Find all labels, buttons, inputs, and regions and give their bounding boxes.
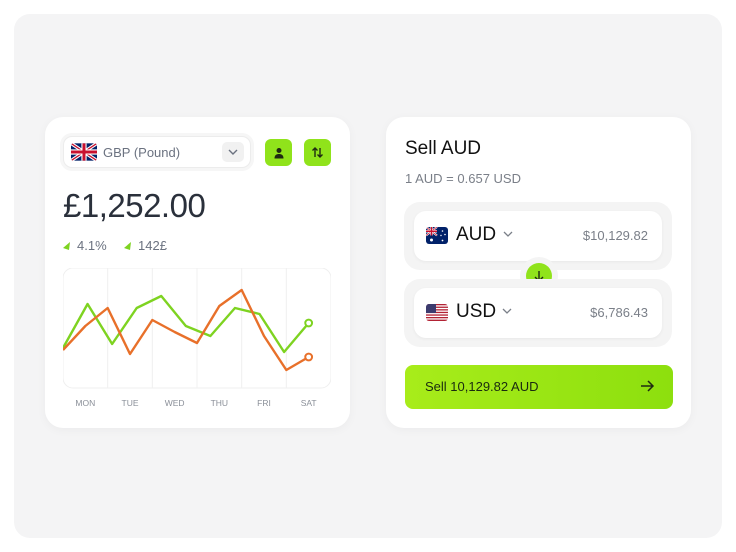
sell-button[interactable]: Sell 10,129.82 AUD: [405, 365, 673, 409]
sell-title: Sell AUD: [405, 138, 482, 159]
from-currency-code: AUD: [456, 224, 497, 245]
chart-x-tick-label: TUE: [122, 398, 139, 408]
chart-x-tick-label: MON: [75, 398, 95, 408]
trend-up-icon: [63, 241, 70, 250]
user-button[interactable]: [265, 139, 292, 166]
line-chart: MON TUE WED THU FRI SAT: [61, 267, 332, 418]
usa-flag-icon: [426, 304, 448, 321]
to-currency-row: USD $6,786.43: [404, 279, 672, 347]
from-amount: $10,129.82: [582, 228, 648, 243]
sell-button-label: Sell 10,129.82 AUD: [425, 379, 539, 394]
currency-label: GBP (Pound): [103, 145, 181, 160]
chart-series-endpoint-2: [304, 352, 314, 362]
chart-x-tick-label: THU: [211, 398, 228, 408]
from-currency-field[interactable]: AUD $10,129.82: [414, 211, 662, 261]
swap-button[interactable]: [304, 139, 331, 166]
to-currency-field[interactable]: USD $6,786.43: [414, 288, 662, 338]
balance-card: GBP (Pound) £1,252.00 4.1% 142£ MON TUE WE…: [45, 117, 350, 428]
sell-card: Sell AUD 1 AUD = 0.657 USD AUD $10,129.8…: [386, 117, 691, 428]
chart-x-tick-label: SAT: [301, 398, 317, 408]
stat-percent: 4.1%: [63, 238, 107, 253]
chevron-down-icon[interactable]: [503, 231, 513, 237]
chart-x-tick-label: WED: [165, 398, 185, 408]
chart-x-tick-label: FRI: [257, 398, 271, 408]
stat-percent-value: 4.1%: [77, 238, 107, 253]
currency-select[interactable]: GBP (Pound): [63, 136, 251, 168]
stat-amount-value: 142£: [138, 238, 167, 253]
chevron-down-icon[interactable]: [502, 308, 512, 314]
chart-series-endpoint-1: [304, 318, 314, 328]
trend-up-icon: [124, 241, 131, 250]
chevron-down-icon[interactable]: [222, 142, 244, 162]
user-icon: [274, 147, 283, 158]
to-currency-code: USD: [456, 301, 497, 322]
chart-svg: MON TUE WED THU FRI SAT: [61, 267, 332, 408]
exchange-rate: 1 AUD = 0.657 USD: [405, 171, 521, 186]
balance-amount: £1,252.00: [63, 187, 206, 224]
to-amount: $6,786.43: [590, 305, 648, 320]
stat-amount: 142£: [124, 238, 167, 253]
uk-flag-icon: [71, 143, 97, 161]
swap-vertical-icon: [312, 147, 323, 158]
arrow-right-icon: [641, 380, 655, 392]
australia-flag-icon: [426, 227, 448, 244]
